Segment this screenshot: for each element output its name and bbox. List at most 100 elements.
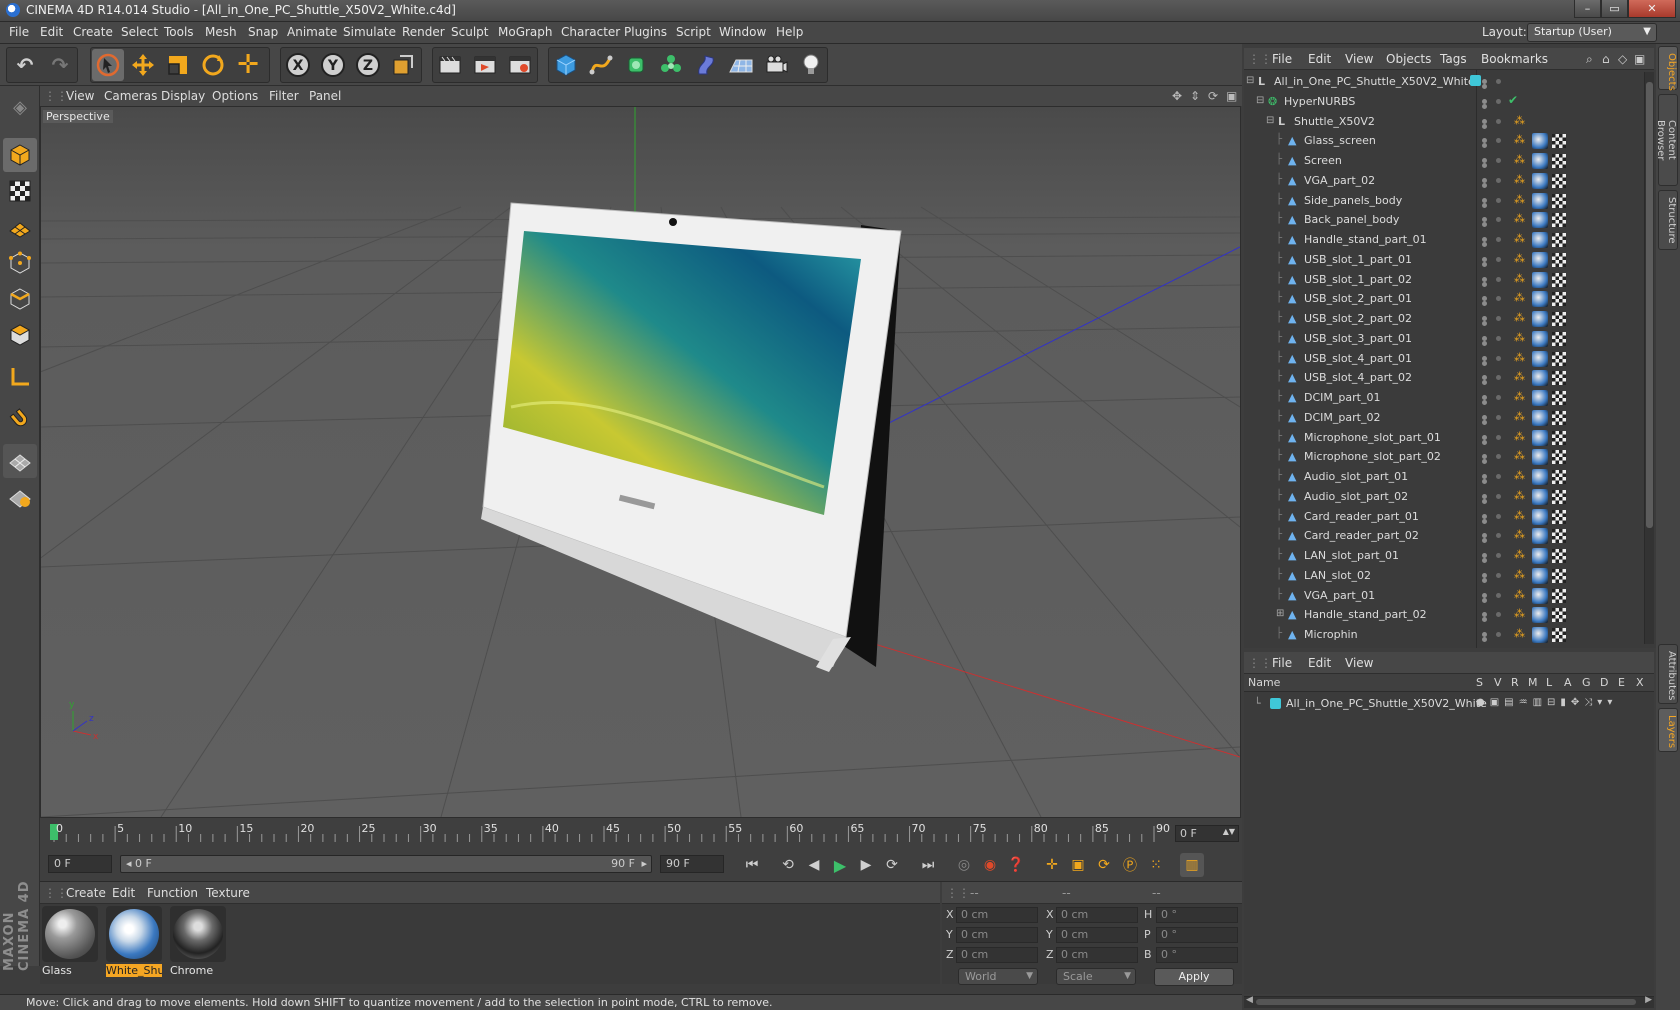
material-tag-icon[interactable] — [1532, 449, 1548, 466]
phong-tag-icon[interactable]: ⁂ — [1514, 489, 1525, 502]
material-tag-icon[interactable] — [1532, 350, 1548, 367]
coordinate-system-icon[interactable] — [387, 49, 419, 81]
home-icon[interactable]: ⌂ — [1602, 52, 1610, 66]
layer-visibility-dot[interactable] — [1496, 355, 1501, 361]
material-glass[interactable]: Glass — [40, 904, 100, 980]
texture-tag-icon[interactable] — [1552, 529, 1566, 544]
object-row[interactable]: ├ ▲ LAN_slot_part_01 ⁂ — [1244, 546, 1642, 566]
menu-tools[interactable]: Tools — [164, 25, 194, 39]
menu-render[interactable]: Render — [402, 25, 445, 39]
layer-visibility-dot[interactable] — [1496, 533, 1501, 539]
layer-col-a[interactable]: A — [1564, 676, 1572, 689]
layer-visibility-dot[interactable] — [1496, 395, 1501, 400]
tab-attributes[interactable]: Attributes — [1658, 644, 1678, 704]
editor-visibility-dot[interactable] — [1482, 355, 1487, 361]
viewport-menu-panel[interactable]: Panel — [309, 89, 341, 103]
object-row[interactable]: ├ ▲ USB_slot_1_part_02 ⁂ — [1244, 270, 1642, 290]
maximize-panel-icon[interactable]: ▣ — [1634, 52, 1645, 66]
object-row[interactable]: ├ ▲ DCIM_part_01 ⁂ — [1244, 388, 1642, 408]
frame-ruler[interactable]: 0 5 10 15 20 25 30 35 40 45 50 55 60 65 70 75 80 85 90 — [50, 822, 1170, 844]
texture-tag-icon[interactable] — [1552, 292, 1566, 307]
object-row[interactable]: ⊟ ❂ HyperNURBS ✔ — [1244, 92, 1642, 112]
apply-button[interactable]: Apply — [1154, 968, 1234, 986]
axis-mode-icon[interactable] — [3, 360, 37, 394]
nurbs-icon[interactable] — [620, 49, 652, 81]
phong-tag-icon[interactable]: ⁂ — [1514, 252, 1525, 265]
viewport-zoom-icon[interactable]: ⇕ — [1190, 89, 1200, 103]
object-row[interactable]: ├ ▲ USB_slot_1_part_01 ⁂ — [1244, 250, 1642, 270]
material-tag-icon[interactable] — [1532, 153, 1548, 169]
layer-visibility-dot[interactable] — [1496, 454, 1501, 460]
layer-manager-hscrollbar[interactable]: ◀ ▶ — [1244, 995, 1654, 1008]
menu-animate[interactable]: Animate — [287, 25, 337, 39]
tree-expander-icon[interactable]: ⊞ — [1276, 608, 1286, 620]
layer-visibility-dot[interactable] — [1496, 98, 1501, 104]
mograph-cloner-icon[interactable] — [655, 49, 687, 81]
tree-expander-icon[interactable]: ⊟ — [1256, 95, 1266, 107]
texture-tag-icon[interactable] — [1552, 312, 1566, 326]
size-y-field[interactable]: 0 cm — [1056, 927, 1138, 943]
layer-col-e[interactable]: E — [1618, 676, 1625, 689]
render-visibility-dot[interactable] — [1482, 617, 1487, 623]
viewport-menu-options[interactable]: Options — [212, 89, 258, 103]
texture-tag-icon[interactable] — [1552, 470, 1566, 484]
layer-visibility-dot[interactable] — [1496, 493, 1501, 499]
autokey-icon[interactable]: ◉ — [978, 853, 1002, 877]
material-menu-texture[interactable]: Texture — [206, 886, 250, 900]
material-tag-icon[interactable] — [1532, 192, 1548, 209]
lm-menu-edit[interactable]: Edit — [1308, 656, 1331, 670]
material-tag-icon[interactable] — [1532, 251, 1548, 268]
om-menu-view[interactable]: View — [1345, 52, 1373, 66]
object-row[interactable]: ├ ▲ Microphone_slot_part_02 ⁂ — [1244, 447, 1642, 467]
object-row[interactable]: ⊞ ▲ Handle_stand_part_02 ⁂ — [1244, 605, 1642, 625]
layer-visibility-dot[interactable] — [1496, 434, 1501, 440]
texture-tag-icon[interactable] — [1552, 331, 1566, 346]
record-rotation-icon[interactable]: ⟳ — [1092, 853, 1116, 877]
menu-sculpt[interactable]: Sculpt — [451, 25, 488, 39]
next-keyframe-icon[interactable]: ⟳ — [880, 853, 904, 877]
layer-col-x[interactable]: X — [1636, 676, 1644, 689]
menu-edit[interactable]: Edit — [40, 25, 63, 39]
phong-tag-icon[interactable]: ⁂ — [1514, 351, 1525, 364]
render-picture-viewer-icon[interactable] — [469, 49, 501, 81]
object-row[interactable]: ⊟ L Shuttle_X50V2 ⁂ — [1244, 112, 1642, 132]
texture-tag-icon[interactable] — [1552, 430, 1566, 445]
layer-visibility-dot[interactable] — [1496, 276, 1501, 282]
layer-visibility-dot[interactable] — [1496, 79, 1501, 84]
material-tag-icon[interactable] — [1532, 370, 1548, 387]
render-visibility-dot[interactable] — [1482, 340, 1487, 346]
tab-objects[interactable]: Objects — [1658, 46, 1678, 91]
last-tool-icon[interactable]: ✛ — [232, 49, 264, 81]
timeline-window-icon[interactable]: ▥ — [1180, 853, 1204, 877]
environment-floor-icon[interactable] — [725, 49, 757, 81]
enabled-check-icon[interactable]: ✔ — [1508, 93, 1518, 107]
search-icon[interactable]: ⌕ — [1586, 52, 1593, 67]
layer-color-swatch[interactable] — [1470, 75, 1481, 86]
viewport-menu-cameras[interactable]: Cameras — [104, 89, 157, 103]
texture-tag-icon[interactable] — [1552, 173, 1566, 188]
cube-icon[interactable] — [550, 49, 582, 81]
render-visibility-dot[interactable] — [1482, 380, 1487, 386]
minimize-button[interactable]: – — [1574, 0, 1601, 18]
undo-icon[interactable]: ↶ — [9, 49, 41, 81]
record-key-icon[interactable]: ◎ — [952, 853, 976, 877]
phong-tag-icon[interactable]: ⁂ — [1514, 449, 1525, 462]
layer-visibility-dot[interactable] — [1496, 572, 1501, 578]
layer-visibility-dot[interactable] — [1496, 632, 1501, 637]
polygons-mode-icon[interactable] — [3, 318, 37, 352]
om-menu-bookmarks[interactable]: Bookmarks — [1481, 52, 1548, 66]
phong-tag-icon[interactable]: ⁂ — [1514, 509, 1525, 522]
layer-col-v[interactable]: V — [1494, 676, 1502, 689]
scrollbar-thumb[interactable] — [1646, 82, 1653, 528]
menu-snap[interactable]: Snap — [248, 25, 278, 39]
render-visibility-dot[interactable] — [1482, 182, 1487, 188]
render-visibility-dot[interactable] — [1482, 103, 1487, 109]
camera-icon[interactable] — [760, 49, 792, 81]
phong-tag-icon[interactable]: ⁂ — [1514, 607, 1525, 620]
object-row[interactable]: ├ ▲ Microphone_slot_part_01 ⁂ — [1244, 428, 1642, 448]
layer-visibility-dot[interactable] — [1496, 335, 1501, 341]
scroll-left-icon[interactable]: ◀ — [1246, 995, 1253, 1005]
phong-tag-icon[interactable]: ⁂ — [1514, 390, 1525, 403]
viewport-menu-view[interactable]: View — [66, 89, 94, 103]
menu-script[interactable]: Script — [676, 25, 711, 39]
